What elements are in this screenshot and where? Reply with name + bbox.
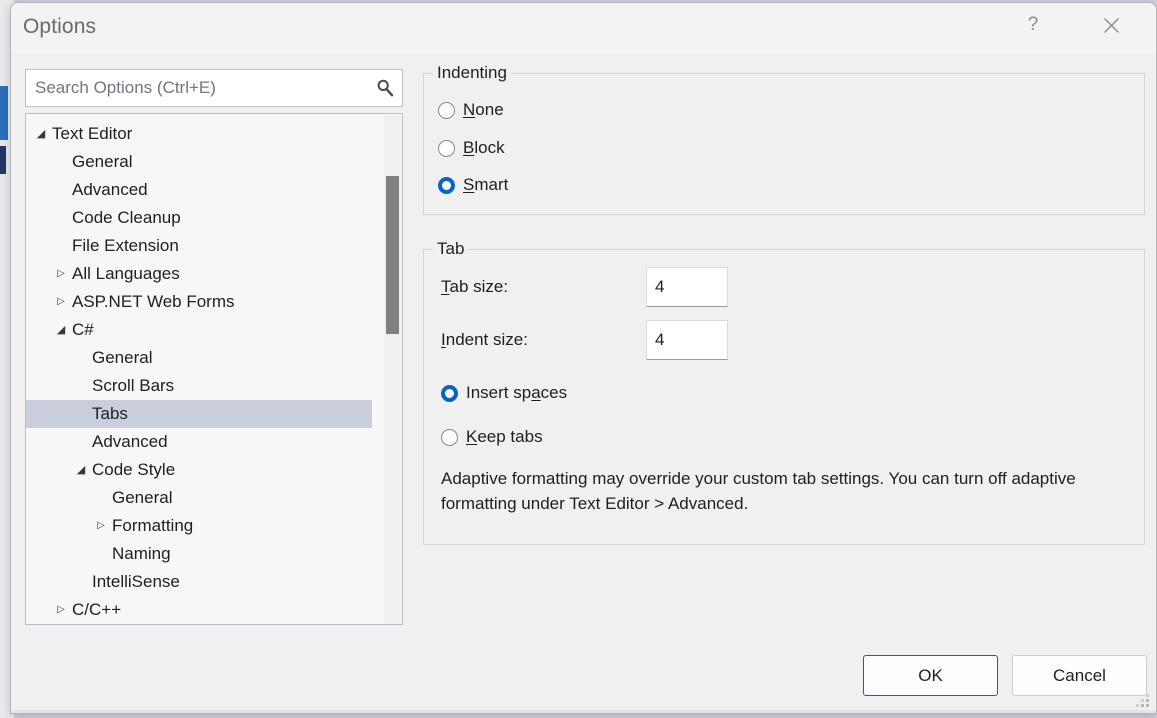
tree-item-all-languages[interactable]: ▷All Languages — [26, 260, 372, 288]
options-dialog: Options ? ◢Text EditorGeneralAdvancedCod… — [10, 2, 1157, 714]
radio-indent-none[interactable]: None — [438, 100, 504, 120]
indenting-group: Indenting None Block Smart — [423, 73, 1145, 215]
cancel-button[interactable]: Cancel — [1012, 655, 1147, 696]
search-icon[interactable] — [368, 78, 402, 98]
tree-item-label: General — [92, 348, 152, 367]
indenting-group-label: Indenting — [433, 63, 511, 83]
tree-item-label: C# — [72, 320, 94, 339]
resize-grip-icon[interactable] — [1135, 693, 1151, 709]
tree-item-label: Advanced — [72, 180, 148, 199]
close-icon[interactable] — [1088, 3, 1134, 47]
radio-label: Smart — [463, 175, 508, 195]
radio-dot-icon — [438, 140, 455, 157]
tree-item-label: File Extension — [72, 236, 179, 255]
search-box[interactable] — [25, 69, 403, 107]
tree-item-intellisense[interactable]: IntelliSense — [26, 568, 372, 596]
tree-item-label: ASP.NET Web Forms — [72, 292, 235, 311]
tree-item-label: IntelliSense — [92, 572, 180, 591]
tree-item-label: General — [72, 152, 132, 171]
chevron-right-icon[interactable]: ▷ — [54, 596, 68, 624]
tab-size-input[interactable] — [646, 267, 728, 307]
chevron-down-icon[interactable]: ◢ — [74, 456, 88, 484]
radio-dot-icon — [438, 177, 455, 194]
tree-item-label: Scroll Bars — [92, 376, 174, 395]
indent-size-label: Indent size: — [441, 330, 528, 350]
radio-dot-icon — [438, 102, 455, 119]
chevron-right-icon[interactable]: ▷ — [54, 260, 68, 288]
tree-item-label: Code Style — [92, 460, 175, 479]
tree-item-list: ◢Text EditorGeneralAdvancedCode CleanupF… — [26, 120, 372, 624]
tree-item-scroll-bars[interactable]: Scroll Bars — [26, 372, 372, 400]
tree-item-code-cleanup[interactable]: Code Cleanup — [26, 204, 372, 232]
help-icon[interactable]: ? — [1010, 3, 1056, 47]
dialog-title: Options — [23, 15, 96, 39]
radio-dot-icon — [441, 385, 458, 402]
radio-dot-icon — [441, 429, 458, 446]
tree-item-text-editor[interactable]: ◢Text Editor — [26, 120, 372, 148]
tree-item-label: Naming — [112, 544, 171, 563]
options-tree[interactable]: ◢Text EditorGeneralAdvancedCode CleanupF… — [25, 113, 403, 625]
tab-group-label: Tab — [433, 239, 468, 259]
chevron-right-icon[interactable]: ▷ — [54, 288, 68, 316]
radio-keep-tabs[interactable]: Keep tabs — [441, 427, 543, 447]
radio-indent-smart[interactable]: Smart — [438, 175, 508, 195]
tree-item-general[interactable]: General — [26, 484, 372, 512]
tree-item-advanced[interactable]: Advanced — [26, 176, 372, 204]
tree-item-label: C/C++ — [72, 600, 121, 619]
dialog-bottom-edge — [11, 710, 1156, 713]
radio-indent-block[interactable]: Block — [438, 138, 505, 158]
tree-item-label: Advanced — [92, 432, 168, 451]
radio-label: Block — [463, 138, 505, 158]
tree-item-label: Tabs — [92, 404, 128, 423]
chevron-down-icon[interactable]: ◢ — [54, 316, 68, 344]
ok-button[interactable]: OK — [863, 655, 998, 696]
tree-item-label: Formatting — [112, 516, 193, 535]
indent-size-input[interactable] — [646, 320, 728, 360]
tree-item-c-c[interactable]: ▷C/C++ — [26, 596, 372, 624]
tree-item-code-style[interactable]: ◢Code Style — [26, 456, 372, 484]
tree-item-general[interactable]: General — [26, 148, 372, 176]
tree-item-asp-net-web-forms[interactable]: ▷ASP.NET Web Forms — [26, 288, 372, 316]
tree-item-formatting[interactable]: ▷Formatting — [26, 512, 372, 540]
chevron-down-icon[interactable]: ◢ — [34, 120, 48, 148]
tree-item-naming[interactable]: Naming — [26, 540, 372, 568]
radio-label: Insert spaces — [466, 383, 567, 403]
search-input[interactable] — [26, 70, 368, 106]
tree-item-tabs[interactable]: Tabs — [26, 400, 372, 428]
tree-item-label: All Languages — [72, 264, 180, 283]
radio-insert-spaces[interactable]: Insert spaces — [441, 383, 567, 403]
chevron-right-icon[interactable]: ▷ — [94, 512, 108, 540]
radio-label: None — [463, 100, 504, 120]
tree-item-label: Code Cleanup — [72, 208, 181, 227]
tree-scrollbar[interactable] — [384, 115, 401, 625]
radio-label: Keep tabs — [466, 427, 543, 447]
tab-size-label: Tab size: — [441, 277, 508, 297]
title-bar[interactable]: Options ? — [11, 3, 1156, 53]
tree-item-advanced[interactable]: Advanced — [26, 428, 372, 456]
tree-item-general[interactable]: General — [26, 344, 372, 372]
tree-scrollbar-thumb[interactable] — [386, 176, 399, 334]
tree-item-c[interactable]: ◢C# — [26, 316, 372, 344]
tree-item-label: Text Editor — [52, 124, 132, 143]
tree-item-file-extension[interactable]: File Extension — [26, 232, 372, 260]
background-accent-bar-secondary — [0, 146, 6, 174]
adaptive-formatting-note: Adaptive formatting may override your cu… — [441, 466, 1101, 516]
background-accent-bar — [0, 86, 8, 140]
tree-item-label: General — [112, 488, 172, 507]
